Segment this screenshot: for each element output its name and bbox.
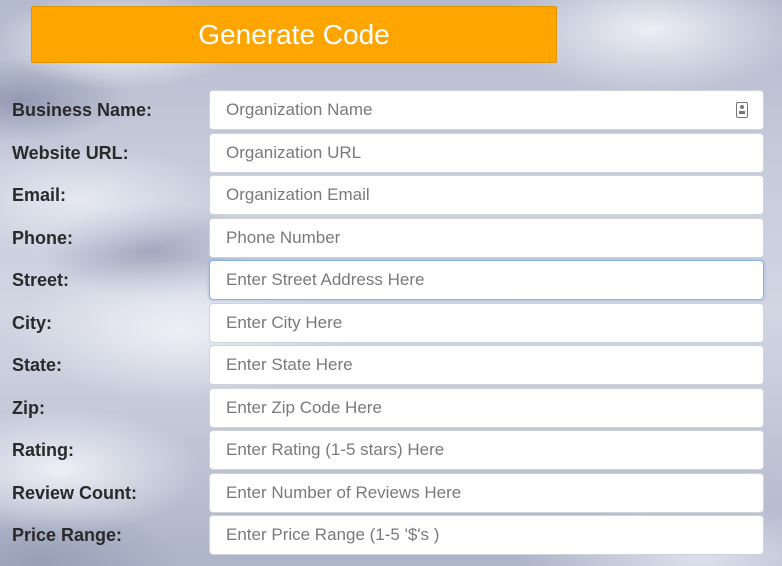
rating-label: Rating: — [12, 440, 74, 460]
business-name-row: Business Name: — [0, 89, 782, 131]
zip-input[interactable] — [209, 388, 764, 428]
state-input[interactable] — [209, 345, 764, 385]
email-label: Email: — [12, 185, 67, 205]
review-count-input[interactable] — [209, 473, 764, 513]
phone-label: Phone: — [12, 228, 73, 248]
street-row: Street: — [0, 259, 782, 301]
zip-label: Zip: — [12, 398, 45, 418]
website-url-input[interactable] — [209, 133, 764, 173]
street-input[interactable] — [209, 260, 764, 300]
street-label: Street: — [12, 270, 70, 290]
contact-card-icon[interactable] — [736, 102, 748, 118]
price-range-label: Price Range: — [12, 525, 123, 545]
rating-input[interactable] — [209, 430, 764, 470]
generate-code-button[interactable]: Generate Code — [31, 6, 557, 63]
price-range-input[interactable] — [209, 515, 764, 555]
state-label: State: — [12, 355, 63, 375]
city-row: City: — [0, 302, 782, 344]
city-input[interactable] — [209, 303, 764, 343]
email-row: Email: — [0, 174, 782, 216]
business-name-label: Business Name: — [12, 100, 153, 120]
phone-row: Phone: — [0, 217, 782, 259]
review-count-row: Review Count: — [0, 472, 782, 514]
rating-row: Rating: — [0, 429, 782, 471]
email-input[interactable] — [209, 175, 764, 215]
phone-input[interactable] — [209, 218, 764, 258]
zip-row: Zip: — [0, 387, 782, 429]
business-name-input[interactable] — [209, 90, 764, 130]
website-url-row: Website URL: — [0, 132, 782, 174]
state-row: State: — [0, 344, 782, 386]
city-label: City: — [12, 313, 52, 333]
price-range-row: Price Range: — [0, 514, 782, 556]
review-count-label: Review Count: — [12, 483, 138, 503]
website-url-label: Website URL: — [12, 143, 129, 163]
